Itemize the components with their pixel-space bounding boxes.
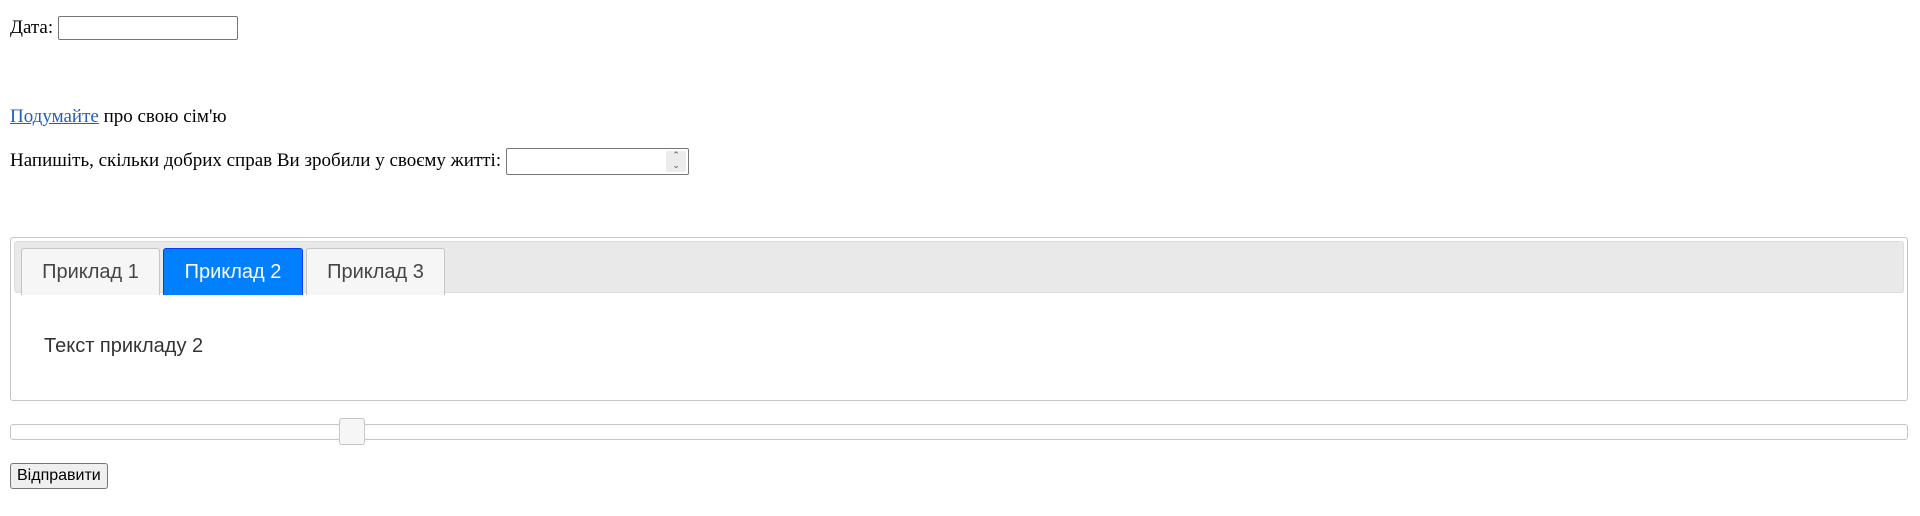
submit-button[interactable]: Відправити [10, 463, 108, 489]
slider-track[interactable] [10, 418, 1908, 445]
date-label: Дата: [10, 17, 54, 38]
date-input[interactable] [58, 16, 239, 40]
chevron-up-icon[interactable]: ⌃ [666, 151, 686, 161]
good-deeds-row: Напишіть, скільки добрих справ Ви зробил… [10, 147, 690, 175]
tab-example-2[interactable]: Приклад 2 [163, 248, 303, 295]
slider-handle[interactable] [339, 418, 366, 445]
tab-example-3[interactable]: Приклад 3 [306, 248, 445, 295]
think-text: про свою сім'ю [98, 106, 227, 127]
good-deeds-input[interactable] [507, 148, 663, 174]
good-deeds-number-input[interactable]: ⌃ ⌄ [506, 147, 690, 175]
tab-panel-text: Текст прикладу 2 [44, 335, 204, 357]
date-row: Дата: [10, 14, 239, 42]
tab-example-1[interactable]: Приклад 1 [21, 248, 160, 295]
number-spinner[interactable]: ⌃ ⌄ [666, 150, 687, 172]
chevron-down-icon[interactable]: ⌄ [666, 161, 686, 171]
tab-bar: Приклад 1 Приклад 2 Приклад 3 [14, 241, 1904, 295]
think-row: Подумайте про свою сім'ю [10, 105, 227, 129]
think-link[interactable]: Подумайте [10, 106, 99, 128]
good-deeds-label: Напишіть, скільки добрих справ Ви зробил… [10, 150, 502, 171]
tabs-widget: Приклад 1 Приклад 2 Приклад 3 Текст прик… [10, 237, 1908, 401]
